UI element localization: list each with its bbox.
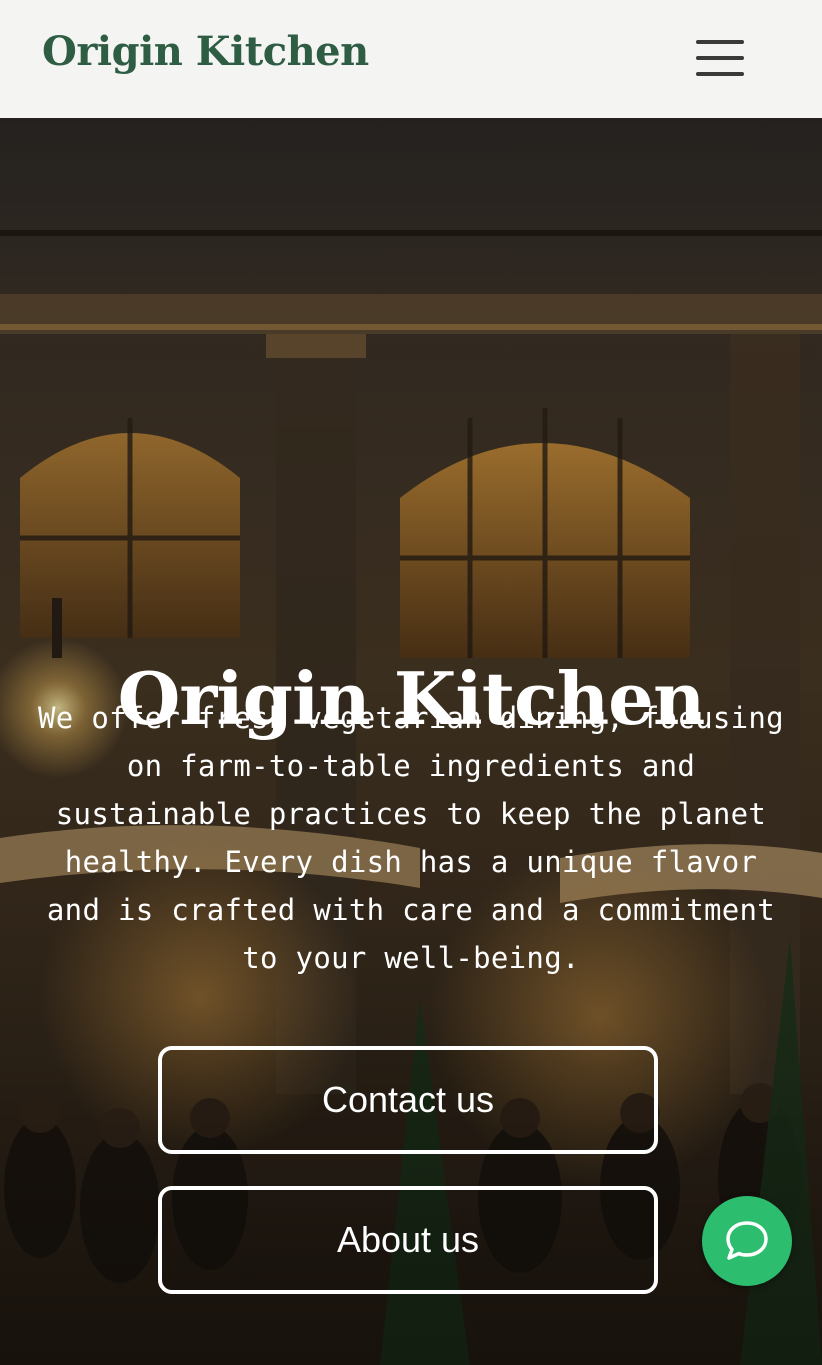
hamburger-menu-button[interactable]	[692, 36, 748, 80]
about-us-button[interactable]: About us	[158, 1186, 658, 1294]
site-header: Origin Kitchen	[0, 0, 822, 118]
contact-us-button[interactable]: Contact us	[158, 1046, 658, 1154]
hamburger-line	[696, 72, 744, 76]
chat-button[interactable]	[702, 1196, 792, 1286]
hero-section: Origin Kitchen We offer fresh vegetarian…	[0, 118, 822, 1365]
hamburger-menu-icon	[696, 40, 744, 44]
hamburger-line	[696, 56, 744, 60]
brand-logo[interactable]: Origin Kitchen	[42, 28, 369, 75]
chat-bubble-icon	[726, 1221, 768, 1260]
hero-description: We offer fresh vegetarian dining, focusi…	[38, 701, 784, 975]
